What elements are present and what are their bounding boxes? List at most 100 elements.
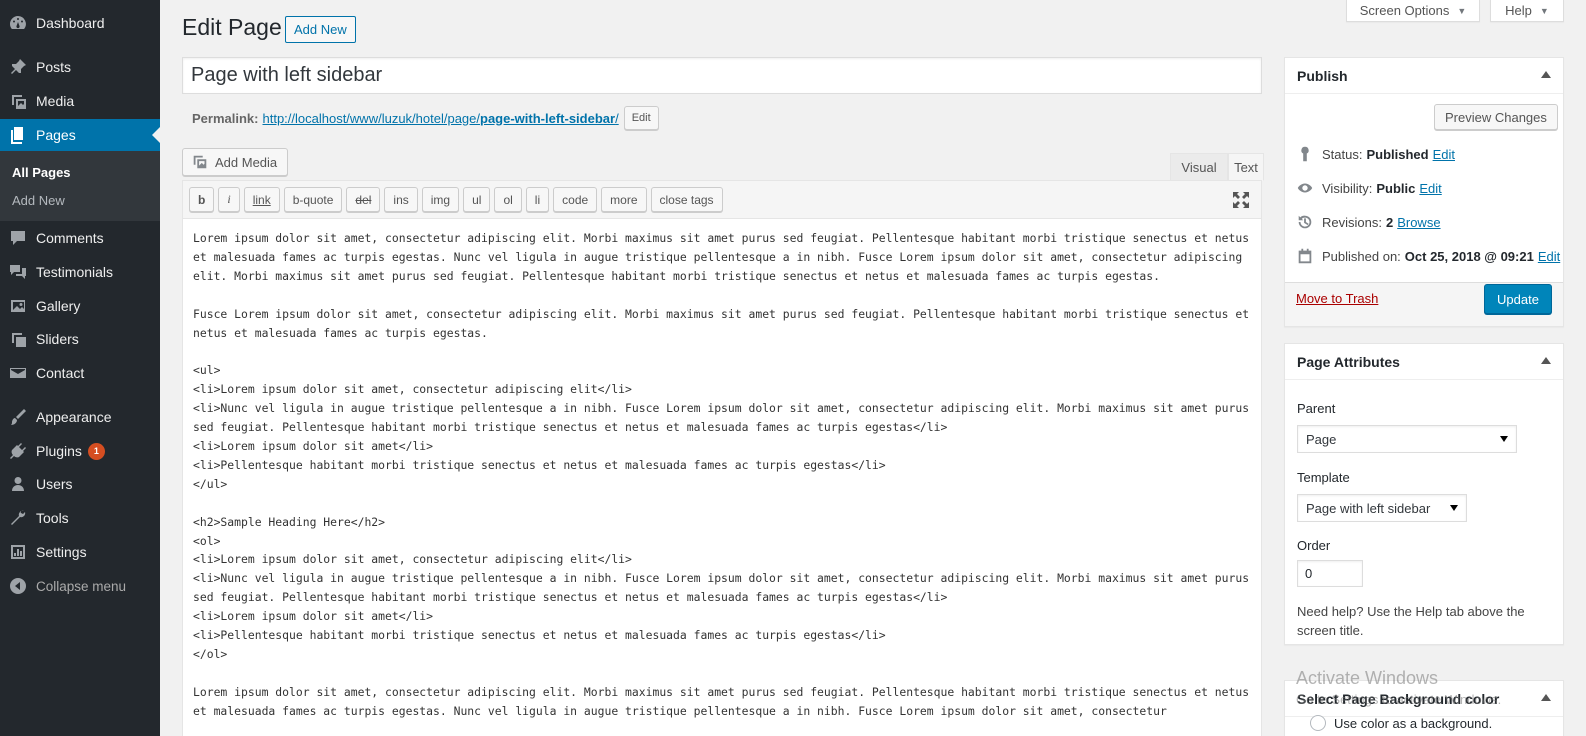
- template-select[interactable]: Page with left sidebar: [1297, 494, 1467, 522]
- eye-icon: [1297, 183, 1313, 193]
- qt-code-button[interactable]: code: [553, 187, 598, 212]
- post-revisions: Revisions: 2 Browse: [1296, 213, 1441, 231]
- collapse-menu-label: Collapse menu: [36, 578, 127, 594]
- revisions-browse-link[interactable]: Browse: [1397, 215, 1440, 230]
- add-media-button[interactable]: Add Media: [182, 148, 289, 176]
- permalink-slug: page-with-left-sidebar: [480, 110, 616, 126]
- caret-down-icon: ▼: [1457, 5, 1467, 16]
- qt-link-button[interactable]: link: [243, 187, 280, 212]
- sidebar-item-sliders[interactable]: Sliders: [0, 323, 160, 355]
- sidebar-item-label: Pages: [36, 127, 76, 143]
- pin-icon: [0, 57, 36, 77]
- sidebar-item-comments[interactable]: Comments: [0, 222, 160, 254]
- collapse-arrow-icon[interactable]: [1541, 357, 1551, 364]
- sidebar-item-contact[interactable]: Contact: [0, 357, 160, 389]
- sidebar-item-plugins[interactable]: Plugins 1: [0, 435, 160, 467]
- help-tab[interactable]: Help ▼: [1490, 0, 1564, 22]
- current-menu-arrow: [152, 127, 160, 143]
- permalink-trail: /: [615, 110, 619, 126]
- screen-options-label: Screen Options: [1359, 3, 1450, 18]
- preview-changes-button[interactable]: Preview Changes: [1434, 104, 1558, 130]
- sidebar-item-testimonials[interactable]: Testimonials: [0, 256, 160, 288]
- add-new-page-button[interactable]: Add New: [285, 16, 356, 43]
- mail-icon: [0, 363, 36, 383]
- permalink-edit-button[interactable]: Edit: [623, 106, 659, 130]
- visibility-edit-link[interactable]: Edit: [1419, 181, 1441, 196]
- revisions-label: Revisions:: [1322, 214, 1382, 230]
- tab-visual[interactable]: Visual: [1170, 153, 1228, 181]
- sidebar-item-gallery[interactable]: Gallery: [0, 290, 160, 322]
- sidebar-item-tools[interactable]: Tools: [0, 502, 160, 534]
- sidebar-item-posts[interactable]: Posts: [0, 51, 160, 83]
- dropdown-arrow-icon: [1450, 505, 1458, 511]
- page-attributes-title: Page Attributes: [1297, 353, 1400, 370]
- sidebar-item-dashboard[interactable]: Dashboard: [0, 7, 160, 39]
- sidebar-item-pages[interactable]: Pages: [0, 119, 160, 151]
- post-published-date: Published on: Oct 25, 2018 @ 09:21 Edit: [1296, 247, 1560, 265]
- post-title-input[interactable]: Page with left sidebar: [182, 57, 1262, 94]
- sidebar-item-appearance[interactable]: Appearance: [0, 401, 160, 433]
- collapse-arrow-icon[interactable]: [1541, 694, 1551, 701]
- template-label: Template: [1297, 470, 1350, 485]
- permalink-base: http://localhost/www/luzuk/hotel/page/: [262, 110, 480, 126]
- sidebar-item-users[interactable]: Users: [0, 468, 160, 500]
- bg-color-header[interactable]: Select Page Background color: [1285, 681, 1563, 717]
- collapse-arrow-icon[interactable]: [1541, 71, 1551, 78]
- sidebar-item-label: Appearance: [36, 409, 112, 425]
- status-edit-link[interactable]: Edit: [1433, 147, 1455, 162]
- plugin-icon: [0, 441, 36, 461]
- bg-color-title: Select Page Background color: [1297, 690, 1500, 707]
- dashboard-icon: [0, 13, 36, 33]
- qt-del-button[interactable]: del: [346, 187, 381, 212]
- screen-options-tab[interactable]: Screen Options ▼: [1346, 0, 1480, 22]
- sidebar-item-label: Users: [36, 476, 73, 492]
- sidebar-item-settings[interactable]: Settings: [0, 536, 160, 568]
- order-input[interactable]: 0: [1297, 560, 1363, 587]
- parent-select[interactable]: Page: [1297, 425, 1517, 453]
- published-edit-link[interactable]: Edit: [1538, 249, 1560, 264]
- attributes-help-text: Need help? Use the Help tab above the sc…: [1297, 604, 1525, 638]
- calendar-icon: [1298, 248, 1312, 264]
- tab-text[interactable]: Text: [1228, 153, 1264, 181]
- use-color-radio[interactable]: [1310, 715, 1326, 731]
- revisions-value: 2: [1385, 214, 1394, 230]
- sidebar-item-label: Comments: [36, 230, 104, 246]
- move-to-trash-link[interactable]: Move to Trash: [1296, 291, 1378, 306]
- pages-submenu: All Pages Add New: [0, 151, 160, 221]
- qt-close-tags-button[interactable]: close tags: [650, 187, 723, 212]
- qt-ins-button[interactable]: ins: [384, 187, 418, 212]
- page-attributes-header[interactable]: Page Attributes: [1285, 344, 1563, 380]
- sidebar-item-label: Tools: [36, 510, 69, 526]
- submenu-add-new[interactable]: Add New: [12, 193, 65, 208]
- qt-italic-button[interactable]: i: [218, 187, 240, 212]
- permalink-link[interactable]: http://localhost/www/luzuk/hotel/page/pa…: [262, 111, 618, 126]
- update-button[interactable]: Update: [1484, 284, 1552, 314]
- qt-li-button[interactable]: li: [525, 187, 550, 212]
- qt-ul-button[interactable]: ul: [463, 187, 491, 212]
- collapse-menu-button[interactable]: Collapse menu: [0, 570, 160, 602]
- comments-icon: [0, 228, 36, 248]
- sidebar-item-label: Sliders: [36, 331, 79, 347]
- qt-img-button[interactable]: img: [421, 187, 460, 212]
- qt-more-button[interactable]: more: [601, 187, 647, 212]
- sidebar-item-label: Testimonials: [36, 264, 114, 280]
- wrench-icon: [0, 508, 36, 528]
- template-selected-value: Page with left sidebar: [1306, 500, 1431, 516]
- history-icon: [1298, 215, 1312, 229]
- visibility-label: Visibility:: [1322, 180, 1373, 196]
- qt-bold-button[interactable]: b: [189, 187, 215, 212]
- caret-down-icon: ▼: [1539, 5, 1549, 16]
- editor-content-textarea[interactable]: Lorem ipsum dolor sit amet, consectetur …: [183, 219, 1261, 731]
- sidebar-item-media[interactable]: Media: [0, 85, 160, 117]
- publish-box-header[interactable]: Publish: [1285, 58, 1563, 94]
- settings-icon: [0, 542, 36, 562]
- page-title: Edit Page: [182, 14, 282, 40]
- qt-blockquote-button[interactable]: b-quote: [283, 187, 343, 212]
- fullscreen-icon[interactable]: [1231, 190, 1251, 210]
- order-label: Order: [1297, 538, 1331, 553]
- permalink-label: Permalink:: [192, 110, 259, 126]
- pin-icon: [1301, 146, 1309, 162]
- submenu-all-pages[interactable]: All Pages: [12, 165, 71, 180]
- qt-ol-button[interactable]: ol: [494, 187, 522, 212]
- use-color-radio-label: Use color as a background.: [1334, 716, 1493, 731]
